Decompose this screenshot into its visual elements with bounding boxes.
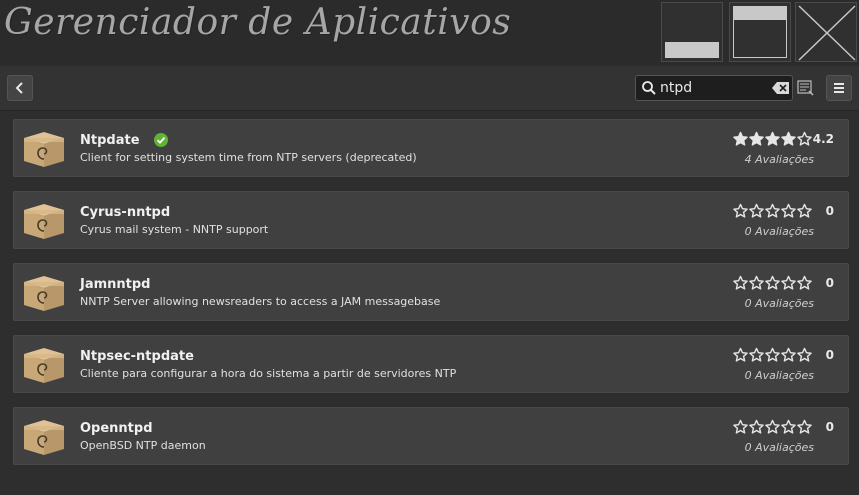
star-rating xyxy=(733,275,812,291)
app-list: Ntpdate Client for setting system time f… xyxy=(13,119,849,479)
rating-value: 4.2 xyxy=(812,132,834,146)
title-bar: Gerenciador de Aplicativos xyxy=(0,0,859,66)
rating-value: 0 xyxy=(825,204,834,218)
star-icon xyxy=(781,419,796,434)
star-icon xyxy=(797,275,812,290)
star-icon xyxy=(749,131,764,146)
close-icon xyxy=(798,5,856,61)
star-icon xyxy=(765,203,780,218)
star-icon xyxy=(733,347,748,362)
maximize-icon xyxy=(733,6,787,58)
toolbar xyxy=(0,66,859,111)
review-count: 0 Avaliações xyxy=(744,441,814,454)
star-icon xyxy=(781,275,796,290)
star-icon xyxy=(749,203,764,218)
rating-value: 0 xyxy=(825,348,834,362)
app-name: Cyrus-nntpd xyxy=(80,205,171,220)
app-row[interactable]: Cyrus-nntpd Cyrus mail system - NNTP sup… xyxy=(13,191,849,249)
search-box[interactable] xyxy=(635,75,793,101)
app-description: NNTP Server allowing newsreaders to acce… xyxy=(80,295,441,308)
star-icon xyxy=(733,203,748,218)
clear-icon[interactable] xyxy=(772,82,789,94)
star-icon xyxy=(733,419,748,434)
package-icon xyxy=(24,420,64,455)
minimize-button[interactable] xyxy=(661,2,723,62)
star-icon xyxy=(797,131,812,146)
star-rating xyxy=(733,419,812,435)
app-description: Cyrus mail system - NNTP support xyxy=(80,223,269,236)
window-title: Gerenciador de Aplicativos xyxy=(4,2,512,43)
review-count: 0 Avaliações xyxy=(744,297,814,310)
rating-value: 0 xyxy=(825,276,834,290)
star-icon xyxy=(781,347,796,362)
star-icon xyxy=(765,131,780,146)
review-count: 0 Avaliações xyxy=(744,369,814,382)
app-row[interactable]: Openntpd OpenBSD NTP daemon 0 0 Avaliaçõ… xyxy=(13,407,849,465)
star-rating xyxy=(733,203,812,219)
menu-button[interactable] xyxy=(826,75,852,101)
app-row[interactable]: Ntpsec-ntpdate Cliente para configurar a… xyxy=(13,335,849,393)
chevron-left-icon xyxy=(15,82,23,94)
star-icon xyxy=(765,275,780,290)
minimize-icon xyxy=(665,42,719,58)
app-row[interactable]: Ntpdate Client for setting system time f… xyxy=(13,119,849,177)
back-button[interactable] xyxy=(7,75,33,101)
app-description: Client for setting system time from NTP … xyxy=(80,151,417,164)
star-icon xyxy=(733,131,748,146)
star-icon xyxy=(797,347,812,362)
hamburger-menu-icon xyxy=(834,83,844,93)
app-name: Ntpsec-ntpdate xyxy=(80,349,194,364)
star-icon xyxy=(749,419,764,434)
star-icon xyxy=(797,203,812,218)
checkmark-icon xyxy=(153,133,168,147)
star-icon xyxy=(765,419,780,434)
star-icon xyxy=(781,203,796,218)
package-icon xyxy=(24,348,64,383)
list-icon[interactable] xyxy=(797,80,815,96)
star-icon xyxy=(749,347,764,362)
star-icon xyxy=(797,419,812,434)
app-name: Jamnntpd xyxy=(80,277,151,292)
app-name: Ntpdate xyxy=(80,133,140,148)
star-rating xyxy=(733,347,812,363)
star-icon xyxy=(781,131,796,146)
close-button[interactable] xyxy=(795,2,857,62)
review-count: 4 Avaliações xyxy=(744,153,814,166)
app-row[interactable]: Jamnntpd NNTP Server allowing newsreader… xyxy=(13,263,849,321)
search-input[interactable] xyxy=(660,78,770,98)
package-icon xyxy=(24,276,64,311)
maximize-button[interactable] xyxy=(729,2,791,62)
star-icon xyxy=(749,275,764,290)
rating-value: 0 xyxy=(825,420,834,434)
app-description: OpenBSD NTP daemon xyxy=(80,439,206,452)
package-icon xyxy=(24,132,64,167)
star-icon xyxy=(733,275,748,290)
star-rating xyxy=(733,131,812,147)
review-count: 0 Avaliações xyxy=(744,225,814,238)
app-description: Cliente para configurar a hora do sistem… xyxy=(80,367,457,380)
search-icon xyxy=(642,81,656,95)
package-icon xyxy=(24,204,64,239)
star-icon xyxy=(765,347,780,362)
app-name: Openntpd xyxy=(80,421,153,436)
